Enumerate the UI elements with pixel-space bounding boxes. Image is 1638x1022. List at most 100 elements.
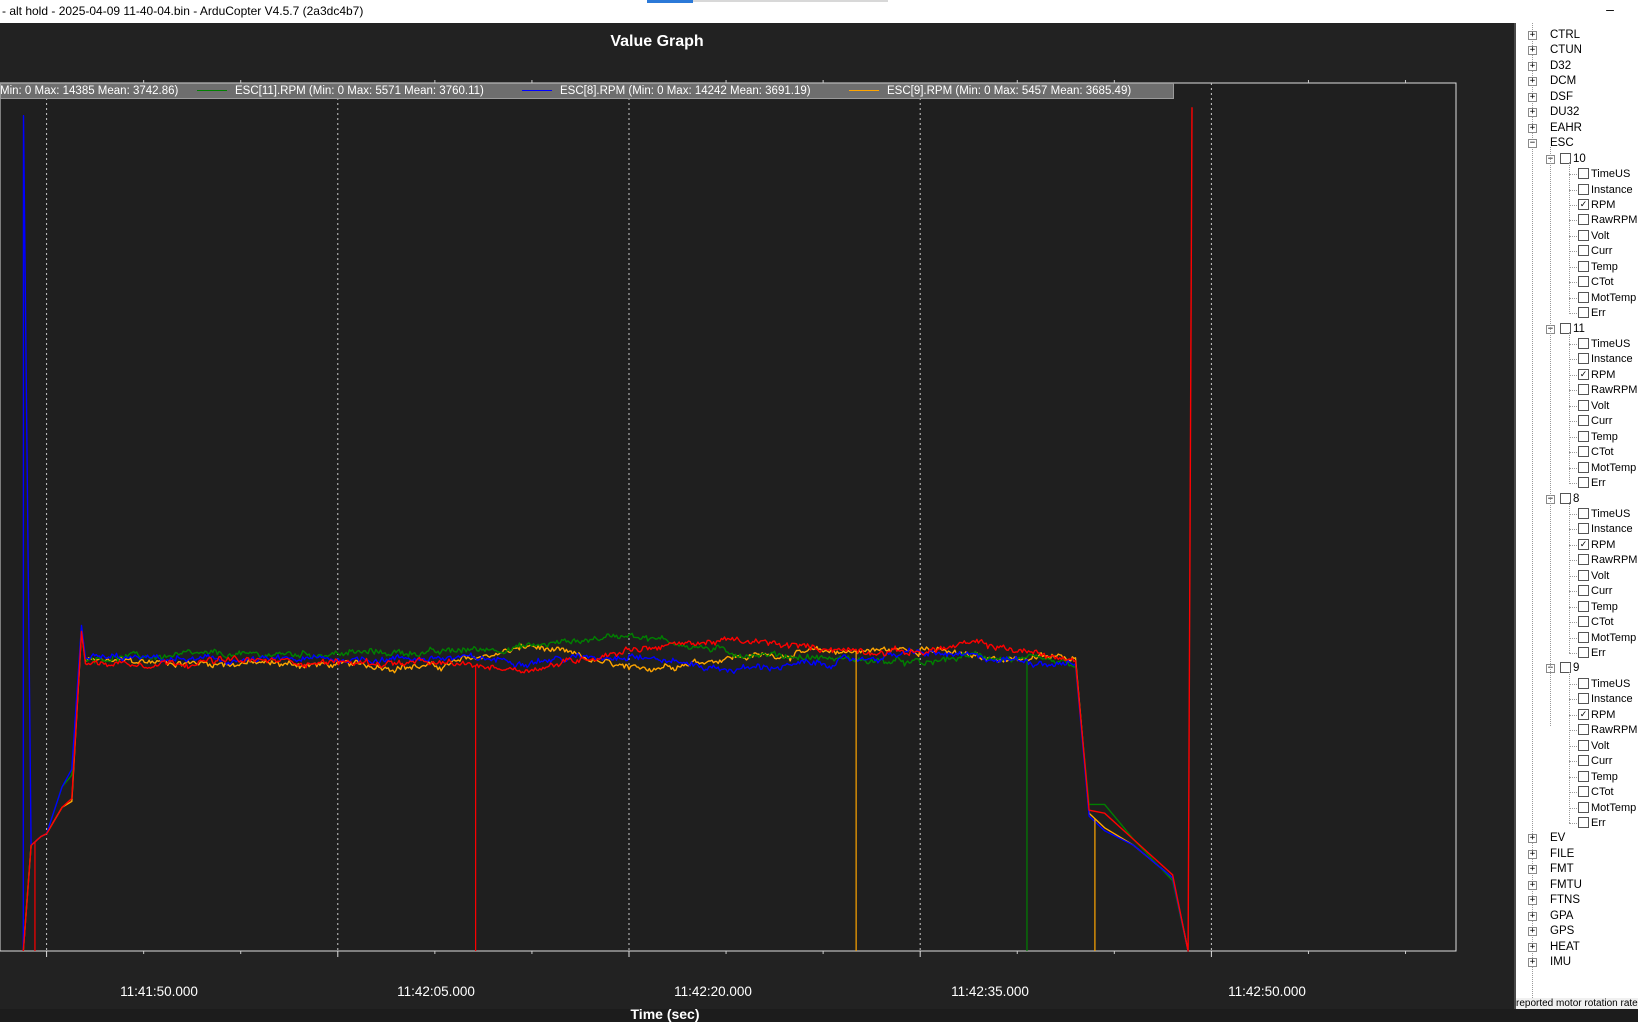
field-node-instance[interactable]: Instance (1516, 521, 1638, 537)
expand-toggle-icon[interactable]: + (1528, 77, 1537, 87)
tree-node-d32[interactable]: + D32 (1516, 58, 1638, 74)
field-checkbox[interactable] (1578, 214, 1589, 226)
expand-toggle-icon[interactable]: + (1528, 942, 1537, 952)
field-node-timeus[interactable]: TimeUS (1516, 506, 1638, 522)
field-node-err[interactable]: Err (1516, 815, 1638, 831)
field-node-err[interactable]: Err (1516, 305, 1638, 321)
field-checkbox[interactable] (1578, 677, 1589, 689)
field-checkbox[interactable] (1578, 461, 1589, 473)
expand-toggle-icon[interactable]: + (1528, 31, 1537, 40)
tree-node-fmtu[interactable]: + FMTU (1516, 877, 1638, 893)
expand-toggle-icon[interactable]: + (1528, 865, 1537, 875)
field-checkbox[interactable] (1578, 554, 1589, 566)
tree-node-imu[interactable]: + IMU (1516, 954, 1638, 970)
tree-node-du32[interactable]: + DU32 (1516, 104, 1638, 120)
expand-toggle-icon[interactable]: + (1528, 927, 1537, 937)
tree-node-gps[interactable]: + GPS (1516, 923, 1638, 939)
field-checkbox-checked[interactable]: ✓ (1578, 538, 1589, 550)
legend-entry-esc9[interactable]: ESC[9].RPM (Min: 0 Max: 5457 Mean: 3685.… (849, 85, 1131, 97)
field-node-rawrpm[interactable]: RawRPM (1516, 552, 1638, 568)
legend-entry-esc10[interactable]: Min: 0 Max: 14385 Mean: 3742.86) (1, 85, 178, 97)
tree-node-gpa[interactable]: + GPA (1516, 908, 1638, 924)
field-checkbox[interactable] (1578, 399, 1589, 411)
field-node-temp[interactable]: Temp (1516, 259, 1638, 275)
field-node-volt[interactable]: Volt (1516, 228, 1638, 244)
tree-node-file[interactable]: + FILE (1516, 846, 1638, 862)
field-node-mottemp[interactable]: MotTemp (1516, 630, 1638, 646)
field-node-err[interactable]: Err (1516, 645, 1638, 661)
tree-node-ctun[interactable]: + CTUN (1516, 42, 1638, 58)
field-node-ctot[interactable]: CTot (1516, 784, 1638, 800)
field-checkbox[interactable] (1578, 430, 1589, 442)
legend-entry-esc8[interactable]: ESC[8].RPM (Min: 0 Max: 14242 Mean: 3691… (522, 85, 811, 97)
tree-node-dcm[interactable]: + DCM (1516, 73, 1638, 89)
tree-node-esc-8[interactable]: −8 (1516, 491, 1638, 507)
field-node-temp[interactable]: Temp (1516, 599, 1638, 615)
field-checkbox[interactable] (1578, 816, 1589, 828)
field-node-mottemp[interactable]: MotTemp (1516, 460, 1638, 476)
tree-node-fmt[interactable]: + FMT (1516, 861, 1638, 877)
expand-toggle-icon[interactable]: + (1528, 880, 1537, 890)
tree-node-ev[interactable]: + EV (1516, 830, 1638, 846)
field-checkbox[interactable] (1578, 229, 1589, 241)
field-node-volt[interactable]: Volt (1516, 568, 1638, 584)
tree-node-eahr[interactable]: + EAHR (1516, 120, 1638, 136)
field-checkbox[interactable] (1578, 183, 1589, 195)
expand-toggle-icon[interactable]: + (1528, 92, 1537, 102)
field-node-curr[interactable]: Curr (1516, 413, 1638, 429)
field-checkbox[interactable] (1578, 507, 1589, 519)
tree-node-esc-9[interactable]: −9 (1516, 660, 1638, 676)
field-node-timeus[interactable]: TimeUS (1516, 676, 1638, 692)
field-checkbox[interactable] (1578, 338, 1589, 349)
field-node-ctot[interactable]: CTot (1516, 274, 1638, 290)
tree-node-heat[interactable]: + HEAT (1516, 939, 1638, 955)
field-checkbox[interactable] (1578, 168, 1589, 180)
field-checkbox[interactable] (1578, 600, 1589, 612)
field-node-rpm[interactable]: ✓ RPM (1516, 537, 1638, 553)
field-checkbox[interactable] (1578, 446, 1589, 458)
field-node-temp[interactable]: Temp (1516, 429, 1638, 445)
field-node-volt[interactable]: Volt (1516, 398, 1638, 414)
field-node-rawrpm[interactable]: RawRPM (1516, 722, 1638, 738)
field-checkbox[interactable] (1578, 724, 1589, 736)
expand-toggle-icon[interactable]: + (1528, 46, 1537, 56)
expand-toggle-icon[interactable]: + (1528, 123, 1537, 133)
tree-node-esc[interactable]: − ESC (1516, 135, 1638, 151)
field-checkbox[interactable] (1578, 291, 1589, 303)
field-node-curr[interactable]: Curr (1516, 753, 1638, 769)
field-node-instance[interactable]: Instance (1516, 182, 1638, 198)
expand-toggle-icon[interactable]: + (1528, 849, 1537, 859)
field-checkbox[interactable] (1578, 801, 1589, 813)
expand-toggle-icon[interactable]: + (1528, 958, 1537, 967)
field-checkbox[interactable] (1578, 616, 1589, 628)
field-checkbox[interactable] (1578, 477, 1589, 489)
tree-node-ctrl[interactable]: + CTRL (1516, 27, 1638, 43)
field-node-rawrpm[interactable]: RawRPM (1516, 212, 1638, 228)
field-checkbox[interactable] (1578, 631, 1589, 643)
field-checkbox[interactable] (1578, 353, 1589, 365)
field-node-rawrpm[interactable]: RawRPM (1516, 382, 1638, 398)
tree-node-esc-11[interactable]: −11 (1516, 321, 1638, 337)
field-checkbox[interactable] (1578, 276, 1589, 288)
field-checkbox[interactable] (1578, 523, 1589, 535)
expand-toggle-icon[interactable]: + (1528, 108, 1537, 118)
field-checkbox[interactable] (1578, 739, 1589, 751)
tree-node-ftns[interactable]: + FTNS (1516, 892, 1638, 908)
field-node-instance[interactable]: Instance (1516, 691, 1638, 707)
field-node-curr[interactable]: Curr (1516, 243, 1638, 259)
field-checkbox-checked[interactable]: ✓ (1578, 708, 1589, 720)
field-checkbox[interactable] (1578, 384, 1589, 396)
field-checkbox-checked[interactable]: ✓ (1578, 198, 1589, 210)
tree-node-dsf[interactable]: + DSF (1516, 89, 1638, 105)
field-node-rpm[interactable]: ✓ RPM (1516, 197, 1638, 213)
tree-node-esc-10[interactable]: −10 (1516, 151, 1638, 167)
plot-canvas[interactable] (0, 23, 1514, 1009)
field-checkbox[interactable] (1578, 260, 1589, 272)
field-node-mottemp[interactable]: MotTemp (1516, 290, 1638, 306)
expand-toggle-icon[interactable]: + (1528, 834, 1537, 844)
collapse-toggle-icon[interactable]: − (1528, 139, 1537, 149)
field-node-ctot[interactable]: CTot (1516, 614, 1638, 630)
minimize-button[interactable]: – (1594, 0, 1626, 22)
expand-toggle-icon[interactable]: + (1528, 61, 1537, 71)
field-checkbox[interactable] (1578, 245, 1589, 257)
